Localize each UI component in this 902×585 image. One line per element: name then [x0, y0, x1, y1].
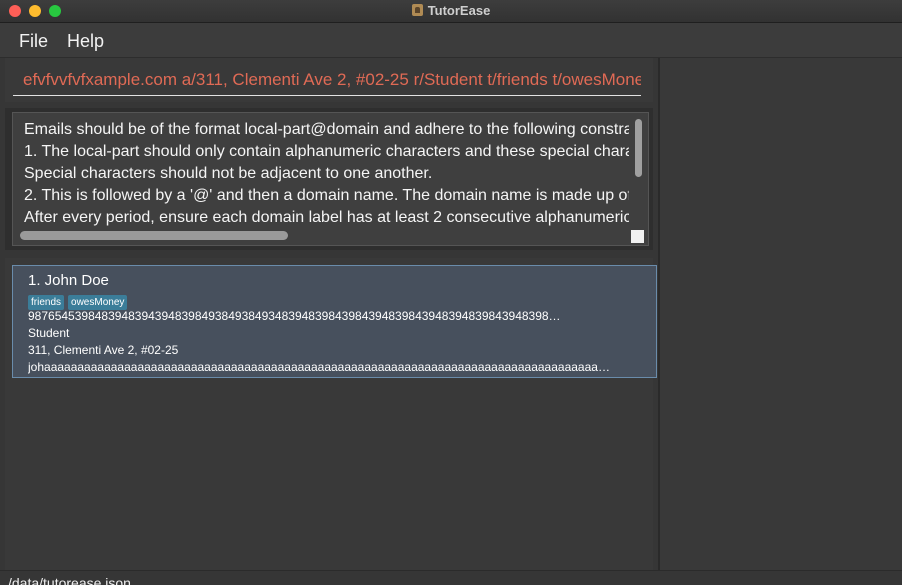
status-bar: /data/tutorease.json: [0, 570, 902, 585]
person-list: 1. John Doe friends owesMoney 98765453984…: [5, 258, 657, 570]
command-input[interactable]: efvfvvfvfxample.com a/311, Clementi Ave …: [13, 66, 641, 96]
command-box: efvfvvfvfxample.com a/311, Clementi Ave …: [5, 58, 653, 102]
horizontal-scrollbar[interactable]: [20, 231, 288, 240]
person-card[interactable]: 1. John Doe friends owesMoney 98765453984…: [12, 265, 657, 378]
result-line: Special characters should not be adjacen…: [24, 165, 433, 182]
window-title: TutorEase: [427, 3, 491, 18]
result-display: Emails should be of the format local-par…: [5, 108, 653, 250]
title-bar: TutorEase: [0, 0, 902, 23]
menu-help[interactable]: Help: [67, 31, 104, 52]
result-line: Emails should be of the format local-par…: [24, 121, 629, 138]
person-address: 311, Clementi Ave 2, #02-25: [28, 343, 179, 357]
person-name: 1. John Doe: [28, 272, 109, 289]
person-role: Student: [28, 326, 70, 340]
scroll-corner: [631, 230, 644, 243]
person-email: johaaaaaaaaaaaaaaaaaaaaaaaaaaaaaaaaaaaaa…: [28, 360, 610, 374]
main-pane: efvfvvfvfxample.com a/311, Clementi Ave …: [0, 58, 658, 570]
side-pane: [660, 58, 902, 570]
result-line: 1. The local-part should only contain al…: [24, 143, 629, 160]
person-tags: friends owesMoney: [28, 292, 131, 310]
result-line: After every period, ensure each domain l…: [24, 209, 629, 226]
tag-label: friends: [28, 295, 65, 310]
tag-label: owesMoney: [68, 295, 128, 310]
result-text: Emails should be of the format local-par…: [24, 119, 629, 229]
person-phone: 9876545398483948394394839849384938493483…: [28, 309, 561, 323]
result-text-area[interactable]: Emails should be of the format local-par…: [12, 112, 649, 246]
menu-bar: File Help: [0, 23, 902, 58]
vertical-scrollbar[interactable]: [635, 119, 642, 177]
menu-file[interactable]: File: [19, 31, 48, 52]
result-line: 2. This is followed by a '@' and then a …: [24, 187, 629, 204]
app-icon: [411, 4, 423, 16]
window-title-group: TutorEase: [0, 3, 902, 18]
